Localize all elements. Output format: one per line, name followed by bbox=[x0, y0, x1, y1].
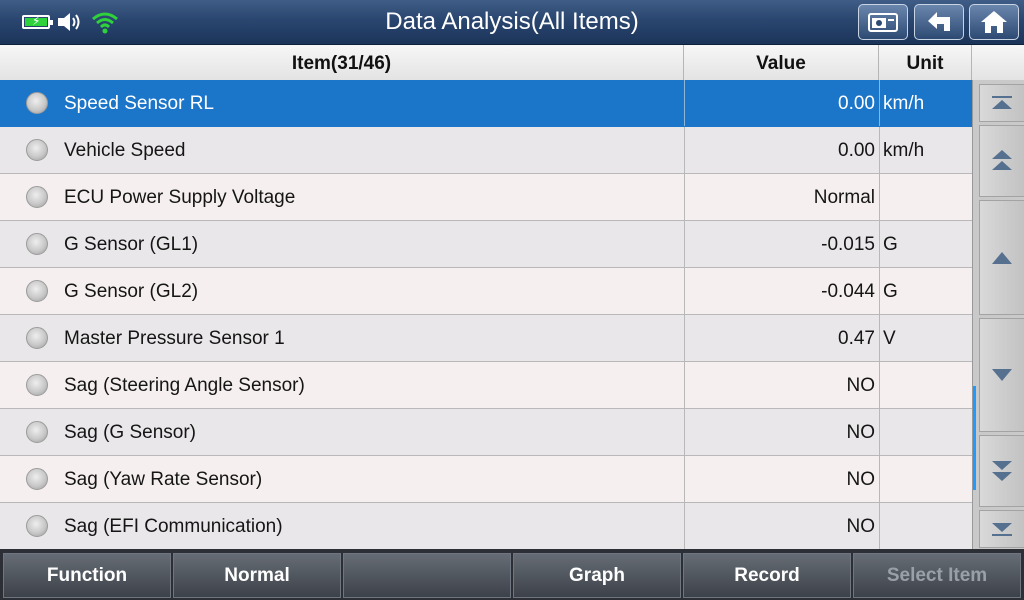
row-radio[interactable] bbox=[26, 92, 48, 114]
column-header-spacer bbox=[972, 45, 1024, 80]
data-list: Speed Sensor RL 0.00 km/h Vehicle Speed … bbox=[0, 80, 972, 550]
item-name: Sag (Yaw Rate Sensor) bbox=[64, 469, 263, 490]
item-unit bbox=[879, 503, 972, 549]
item-value: 0.00 bbox=[684, 80, 875, 126]
row-radio[interactable] bbox=[26, 280, 48, 302]
item-value: NO bbox=[684, 456, 875, 502]
item-unit: km/h bbox=[879, 80, 972, 126]
normal-button[interactable]: Normal bbox=[173, 553, 341, 598]
row-radio[interactable] bbox=[26, 233, 48, 255]
item-value: Normal bbox=[684, 174, 875, 220]
function-bar: Function Normal Graph Record Select Item bbox=[0, 549, 1024, 600]
table-row[interactable]: Sag (EFI Communication) NO bbox=[0, 503, 972, 550]
row-radio[interactable] bbox=[26, 468, 48, 490]
item-value: NO bbox=[684, 409, 875, 455]
screenshot-button[interactable] bbox=[858, 4, 908, 40]
table-row[interactable]: G Sensor (GL1) -0.015 G bbox=[0, 221, 972, 268]
table-row[interactable]: Sag (Yaw Rate Sensor) NO bbox=[0, 456, 972, 503]
item-value: -0.015 bbox=[684, 221, 875, 267]
item-unit bbox=[879, 409, 972, 455]
item-name: ECU Power Supply Voltage bbox=[64, 187, 296, 208]
back-arrow-icon bbox=[928, 12, 950, 31]
empty-button[interactable] bbox=[343, 553, 511, 598]
page-down-button[interactable] bbox=[979, 435, 1024, 507]
item-unit bbox=[879, 362, 972, 408]
record-button[interactable]: Record bbox=[683, 553, 851, 598]
item-unit: G bbox=[879, 221, 972, 267]
page-up-button[interactable] bbox=[979, 125, 1024, 197]
double-chevron-down-icon bbox=[992, 461, 1012, 481]
home-button[interactable] bbox=[969, 4, 1019, 40]
table-header: Item(31/46) Value Unit bbox=[0, 45, 1024, 81]
row-radio[interactable] bbox=[26, 515, 48, 537]
title-bar: ⚡ Data Analysis(All Items) bbox=[0, 0, 1024, 45]
item-value: NO bbox=[684, 362, 875, 408]
row-radio[interactable] bbox=[26, 327, 48, 349]
scroll-up-button[interactable] bbox=[979, 200, 1024, 315]
item-unit: G bbox=[879, 268, 972, 314]
scroll-indicator[interactable] bbox=[973, 386, 976, 490]
select-item-button[interactable]: Select Item bbox=[853, 553, 1021, 598]
column-header-item[interactable]: Item(31/46) bbox=[0, 45, 684, 80]
item-value: 0.00 bbox=[684, 127, 875, 173]
item-value: -0.044 bbox=[684, 268, 875, 314]
back-button[interactable] bbox=[914, 4, 964, 40]
item-name: Vehicle Speed bbox=[64, 140, 186, 161]
item-name: Master Pressure Sensor 1 bbox=[64, 328, 285, 349]
scroll-to-bottom-icon bbox=[992, 523, 1012, 536]
column-header-value[interactable]: Value bbox=[684, 45, 879, 80]
home-icon bbox=[981, 11, 1007, 33]
item-name: Sag (G Sensor) bbox=[64, 422, 196, 443]
item-unit: V bbox=[879, 315, 972, 361]
row-radio[interactable] bbox=[26, 374, 48, 396]
camera-icon bbox=[868, 13, 898, 32]
item-unit bbox=[879, 456, 972, 502]
row-radio[interactable] bbox=[26, 421, 48, 443]
double-chevron-up-icon bbox=[992, 150, 1012, 170]
scroll-top-button[interactable] bbox=[979, 84, 1024, 122]
scroll-bottom-button[interactable] bbox=[979, 510, 1024, 548]
item-name: G Sensor (GL1) bbox=[64, 234, 199, 255]
item-name: Speed Sensor RL bbox=[64, 93, 214, 114]
chevron-down-icon bbox=[992, 369, 1012, 381]
table-row[interactable]: Speed Sensor RL 0.00 km/h bbox=[0, 80, 972, 127]
item-unit: km/h bbox=[879, 127, 972, 173]
item-value: NO bbox=[684, 503, 875, 549]
table-row[interactable]: Sag (G Sensor) NO bbox=[0, 409, 972, 456]
chevron-up-icon bbox=[992, 251, 1012, 264]
scroll-down-button[interactable] bbox=[979, 318, 1024, 432]
item-name: Sag (Steering Angle Sensor) bbox=[64, 375, 305, 396]
table-row[interactable]: ECU Power Supply Voltage Normal bbox=[0, 174, 972, 221]
row-radio[interactable] bbox=[26, 139, 48, 161]
table-row[interactable]: Vehicle Speed 0.00 km/h bbox=[0, 127, 972, 174]
scroll-to-top-icon bbox=[992, 96, 1012, 109]
item-unit bbox=[879, 174, 972, 220]
item-name: G Sensor (GL2) bbox=[64, 281, 199, 302]
column-header-unit[interactable]: Unit bbox=[879, 45, 972, 80]
function-button[interactable]: Function bbox=[3, 553, 171, 598]
graph-button[interactable]: Graph bbox=[513, 553, 681, 598]
scroll-panel bbox=[972, 80, 1024, 549]
table-row[interactable]: Master Pressure Sensor 1 0.47 V bbox=[0, 315, 972, 362]
row-radio[interactable] bbox=[26, 186, 48, 208]
table-row[interactable]: G Sensor (GL2) -0.044 G bbox=[0, 268, 972, 315]
item-value: 0.47 bbox=[684, 315, 875, 361]
item-name: Sag (EFI Communication) bbox=[64, 516, 283, 537]
table-row[interactable]: Sag (Steering Angle Sensor) NO bbox=[0, 362, 972, 409]
